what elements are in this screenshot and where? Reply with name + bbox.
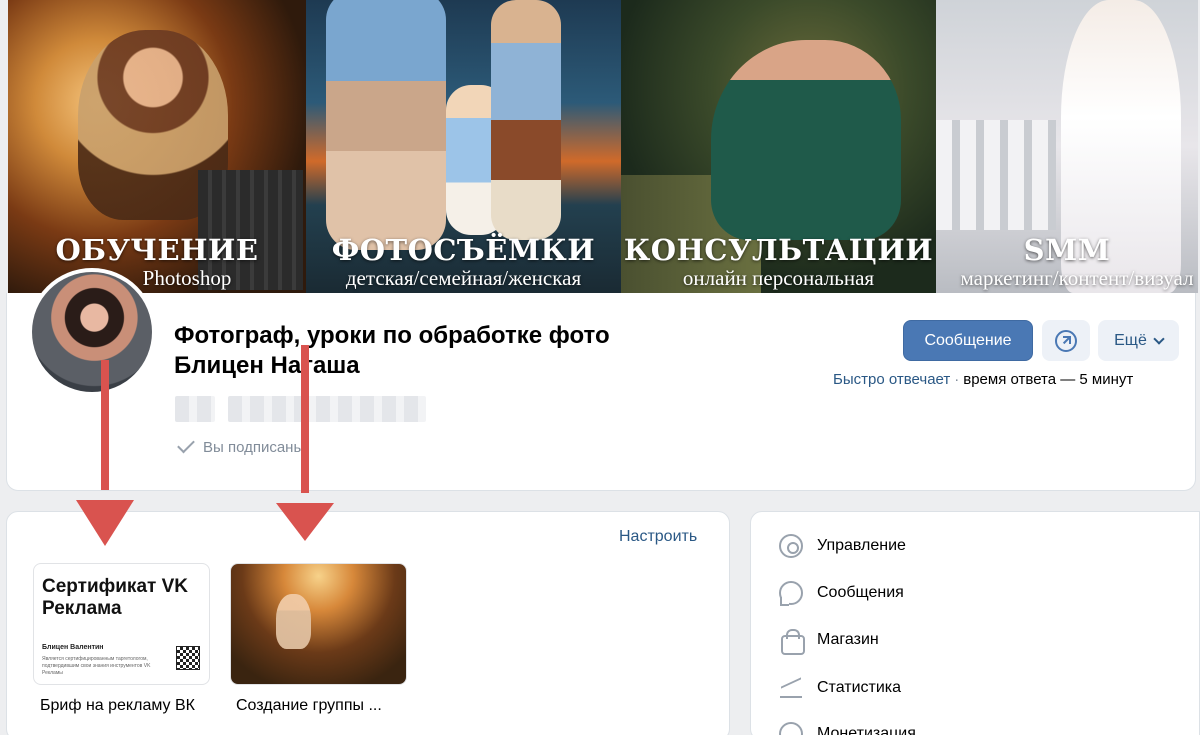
reply-fast-label[interactable]: Быстро отвечает	[833, 371, 950, 388]
share-arrow-icon	[1055, 329, 1077, 352]
chevron-down-icon	[1153, 332, 1165, 345]
cert-name: Блицен Валентин	[42, 644, 104, 651]
cover-panel-consultations: КОНСУЛЬТАЦИИ онлайн персональная	[621, 0, 936, 293]
share-button[interactable]	[1042, 320, 1090, 361]
reply-time-label: время ответа — 5 минут	[963, 371, 1134, 388]
menu-item-label: Магазин	[817, 631, 879, 648]
shopping-bag-icon	[779, 628, 805, 655]
menu-item-label: Монетизация	[817, 725, 916, 735]
more-label: Ещё	[1114, 331, 1147, 349]
thumbnail-caption[interactable]: Бриф на рекламу ВК	[40, 697, 195, 715]
message-bubble-icon	[779, 581, 803, 606]
subscribed-label: Вы подписаны	[203, 438, 305, 456]
menu-item-shop[interactable]: Магазин	[779, 628, 879, 655]
coin-icon	[779, 722, 803, 735]
subscribed-status[interactable]: Вы подписаны	[175, 437, 304, 457]
cert-text: Является сертифицированным таргетологом,…	[42, 656, 151, 676]
blurred-status	[175, 396, 215, 422]
check-icon	[175, 437, 195, 457]
cover-subtitle: маркетинг/контент/визуал	[960, 266, 1194, 290]
avatar[interactable]	[28, 268, 156, 396]
more-button[interactable]: Ещё	[1098, 320, 1179, 361]
reply-info: Быстро отвечает · время ответа — 5 минут	[833, 371, 1134, 388]
group-photo-thumbnail[interactable]	[230, 563, 407, 685]
cover-title: ОБУЧЕНИЕ	[55, 233, 259, 267]
certificate-thumbnail[interactable]: Сертификат VK Реклама Блицен Валентин Яв…	[33, 563, 210, 685]
thumbnail-caption[interactable]: Создание группы ...	[236, 697, 382, 715]
page-title: Фотограф, уроки по обработке фото Блицен…	[174, 321, 734, 381]
page-title-line1: Фотограф, уроки по обработке фото	[174, 322, 610, 349]
menu-item-monetization[interactable]: Монетизация	[779, 722, 916, 735]
message-button[interactable]: Сообщение	[903, 320, 1033, 361]
menu-item-label: Управление	[817, 537, 906, 554]
menu-item-label: Статистика	[817, 679, 902, 696]
cover-title: SMM	[1023, 233, 1111, 267]
customize-link[interactable]: Настроить	[619, 528, 697, 546]
cover-panel-photoshoots: ФОТОСЪЁМКИ детская/семейная/женская	[306, 0, 621, 293]
menu-item-management[interactable]: Управление	[779, 534, 906, 558]
cover-title: ФОТОСЪЁМКИ	[331, 233, 596, 267]
qr-code-icon	[176, 646, 200, 670]
cover-title: КОНСУЛЬТАЦИИ	[623, 233, 934, 267]
cover-panel-smm: SMM маркетинг/контент/визуал	[936, 0, 1198, 293]
cover-subtitle: детская/семейная/женская	[345, 266, 582, 290]
cover-panel-training: ОБУЧЕНИЕ Photoshop	[8, 0, 306, 293]
menu-item-label: Сообщения	[817, 584, 904, 601]
cert-title: Сертификат VK Реклама	[42, 576, 188, 619]
page-title-line2: Блицен Наташа	[174, 352, 360, 379]
stats-icon	[779, 676, 803, 700]
cover-subtitle: онлайн персональная	[682, 266, 875, 290]
menu-item-messages[interactable]: Сообщения	[779, 581, 904, 606]
menu-item-statistics[interactable]: Статистика	[779, 676, 901, 700]
cover-image: ОБУЧЕНИЕ Photoshop ФОТОСЪЁМКИ детская/се…	[8, 0, 1198, 293]
blurred-status	[228, 396, 426, 422]
gear-icon	[779, 534, 803, 558]
